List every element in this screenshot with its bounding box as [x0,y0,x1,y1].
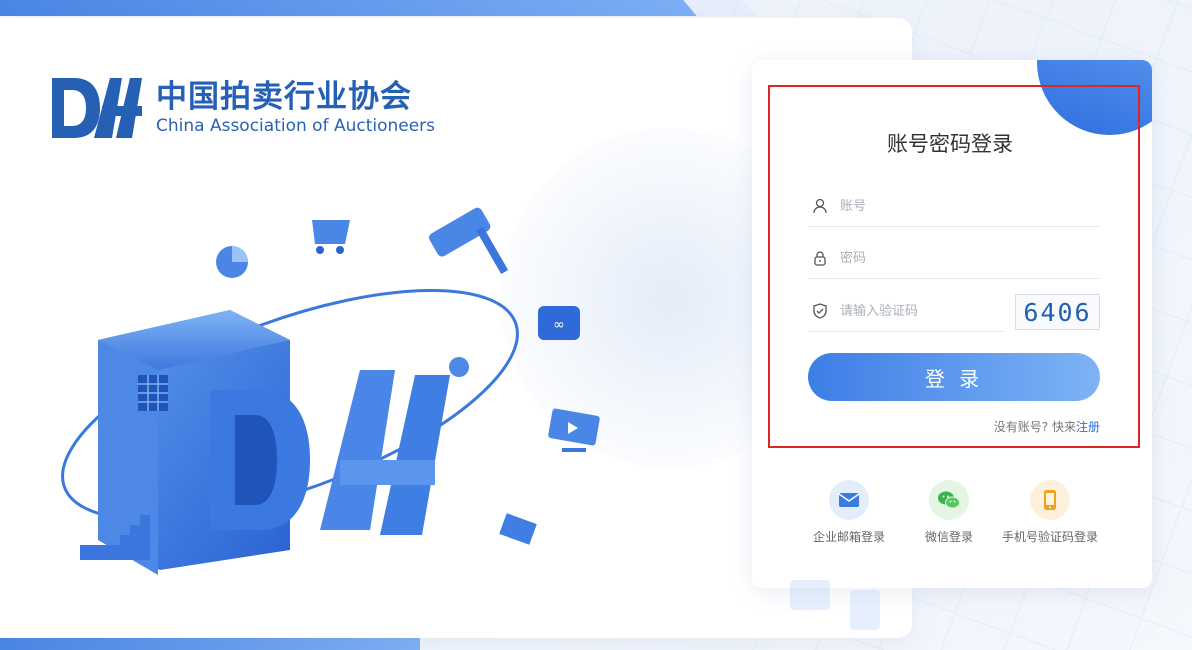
badge-icon: ∞ [538,306,580,340]
register-link[interactable]: 注册 [1076,420,1100,434]
mail-icon [829,480,869,520]
top-accent-bar [0,0,720,16]
cart-icon [312,220,350,254]
user-icon [810,196,830,216]
password-field[interactable] [808,238,1100,279]
email-login-button[interactable]: 企业邮箱登录 [808,480,890,545]
captcha-field[interactable] [808,291,1004,332]
register-prompt: 没有账号? 快来注册 [960,418,1100,435]
wechat-login-label: 微信登录 [924,530,973,544]
caa-logo-icon [52,78,142,138]
account-input[interactable] [838,197,1042,215]
lock-icon [810,248,830,268]
faint-decoration [790,580,880,630]
email-login-label: 企业邮箱登录 [812,530,885,544]
brand-logo: 中国拍卖行业协会 China Association of Auctioneer… [50,76,435,140]
shield-icon [810,301,830,321]
brand-name-cn: 中国拍卖行业协会 [156,79,412,115]
captcha-input[interactable] [838,302,992,320]
phone-login-button[interactable]: 手机号验证码登录 [1000,480,1100,545]
envelope-icon [499,513,537,545]
gavel-icon [429,207,509,274]
wechat-icon [929,480,969,520]
login-button[interactable]: 登 录 [808,353,1100,401]
password-input[interactable] [838,249,1042,267]
hero-illustration: ∞ [61,207,600,575]
pie-chart-icon [216,246,248,278]
monitor-icon [548,408,600,452]
brand-name-en: China Association of Auctioneers [156,116,436,136]
login-title: 账号密码登录 [887,132,1013,156]
wechat-login-button[interactable]: 微信登录 [918,480,980,545]
phone-login-label: 手机号验证码登录 [1001,530,1098,544]
no-account-text: 没有账号? 快来 [993,420,1076,434]
svg-text:∞: ∞ [553,317,565,333]
account-field[interactable] [808,186,1100,227]
phone-icon [1030,480,1070,520]
bottom-accent-bar [0,638,420,650]
captcha-image[interactable]: 6406 [1015,294,1100,330]
